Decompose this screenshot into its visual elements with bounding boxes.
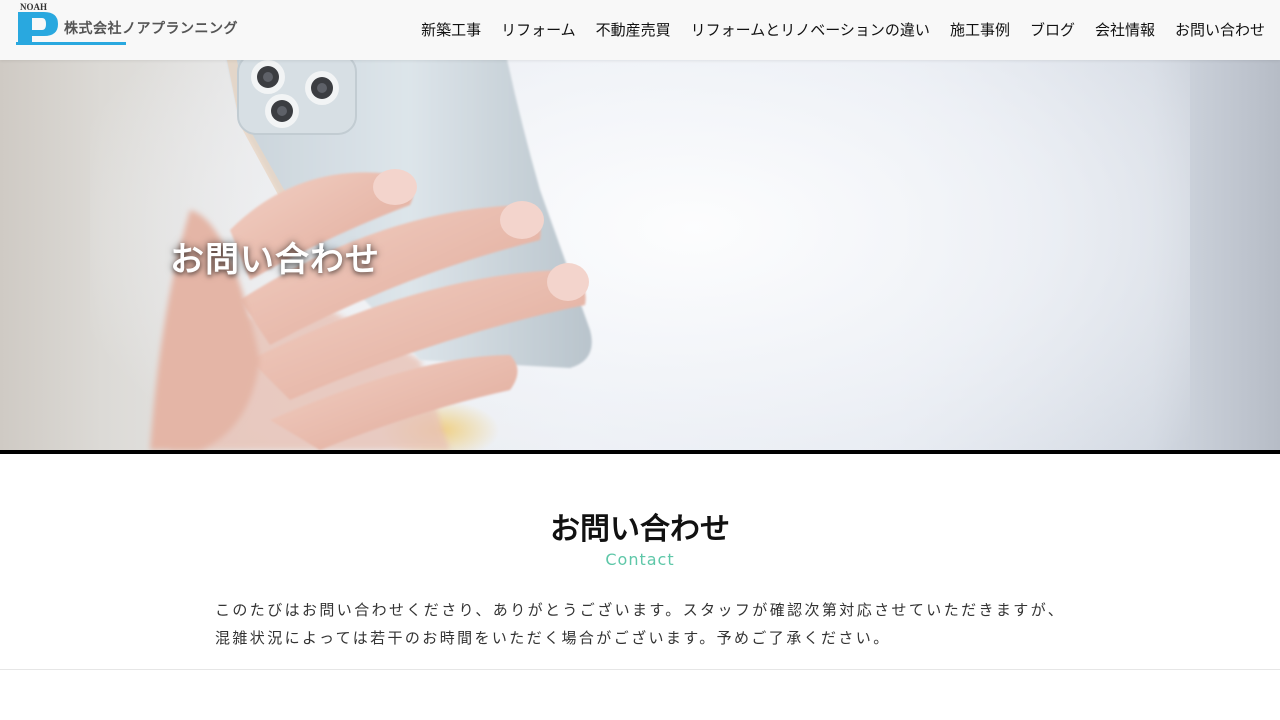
logo-company-name: 株式会社ノアプランニング	[64, 21, 238, 37]
nav-item-blog[interactable]: ブログ	[1020, 0, 1085, 60]
section-title: お問い合わせ	[550, 512, 730, 547]
section-subtitle: Contact	[605, 550, 675, 569]
hero-bottom-border	[0, 450, 1280, 454]
intro-text: このたびはお問い合わせくださり、ありがとうございます。スタッフが確認次第対応させ…	[215, 596, 1095, 652]
hero-banner: お問い合わせ	[0, 60, 1280, 450]
nav-item-works[interactable]: 施工事例	[940, 0, 1020, 60]
nav-item-reform-vs-renovation[interactable]: リフォームとリノベーションの違い	[681, 0, 940, 60]
nav-item-reform[interactable]: リフォーム	[491, 0, 586, 60]
nav-item-real-estate[interactable]: 不動産売買	[586, 0, 681, 60]
nav-item-company[interactable]: 会社情報	[1085, 0, 1165, 60]
hero-title: お問い合わせ	[170, 240, 380, 280]
intro-line: このたびはお問い合わせくださり、ありがとうございます。スタッフが確認次第対応させ…	[215, 601, 1066, 619]
nav-item-new-construction[interactable]: 新築工事	[411, 0, 491, 60]
intro-line: 混雑状況によっては若干のお時間をいただく場合がございます。予めご了承ください。	[215, 629, 891, 647]
section-divider	[0, 669, 1280, 670]
logo-small-text: NOAH	[20, 2, 47, 12]
company-logo[interactable]: NOAH 株式会社ノアプランニング	[16, 2, 238, 46]
main-nav: 新築工事 リフォーム 不動産売買 リフォームとリノベーションの違い 施工事例 ブ…	[411, 0, 1280, 60]
site-header: NOAH 株式会社ノアプランニング 新築工事 リフォーム 不動産売買 リフォーム…	[0, 0, 1280, 60]
nav-item-contact[interactable]: お問い合わせ	[1165, 0, 1280, 60]
